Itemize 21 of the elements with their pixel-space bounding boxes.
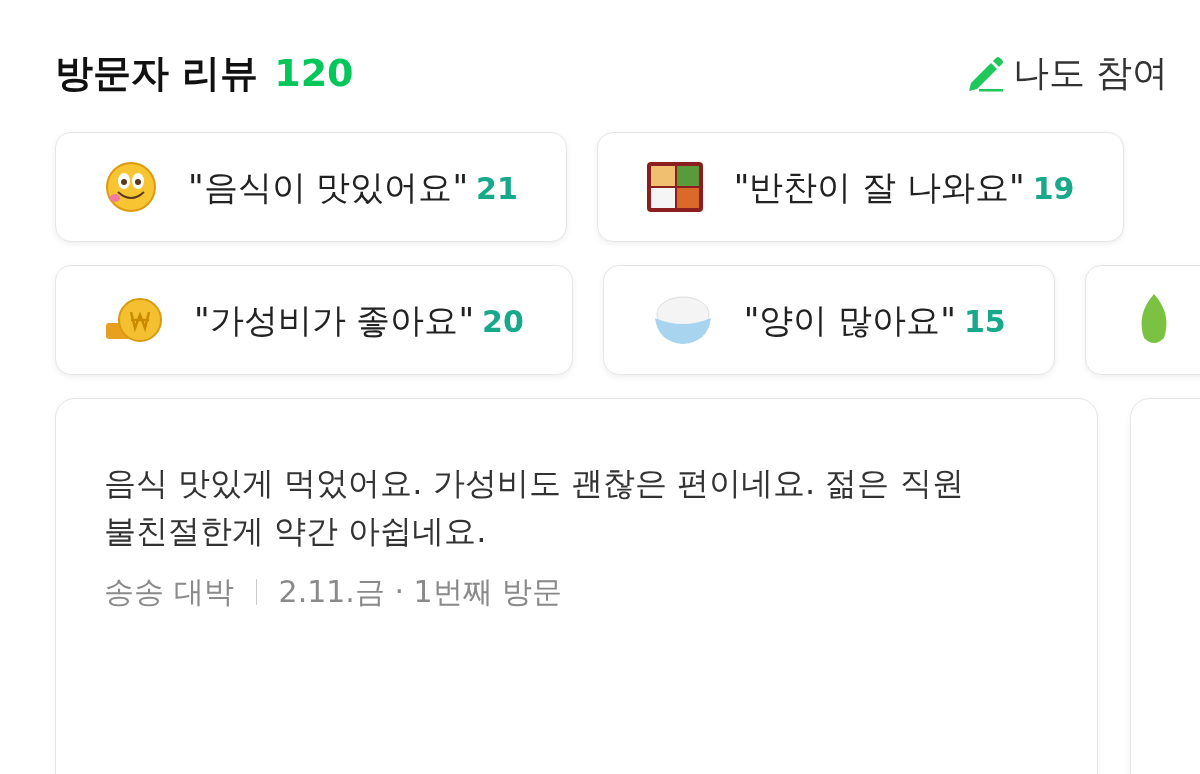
review-count: 120 [274, 49, 354, 97]
section-title: 방문자 리뷰 [55, 49, 259, 97]
keyword-label: "양이 많아요" [743, 298, 956, 342]
keyword-label: "음식이 맛있어요" [188, 165, 469, 209]
keyword-label: "가성비가 좋아요" [194, 298, 475, 342]
visit-info: 2.11.금 · 1번째 방문 [278, 573, 563, 611]
keyword-chip[interactable]: "반찬이 잘 나와요" 19 [596, 132, 1124, 242]
emoji-icon [645, 161, 704, 213]
keyword-chip[interactable]: "음식이 맛있어요" 21 [55, 132, 567, 242]
keyword-count: 21 [476, 169, 518, 208]
emoji-icon [104, 160, 158, 214]
reviewer-name: 송송 대박 [104, 573, 234, 611]
review-text: 음식 맛있게 먹었어요. 가성비도 괜찮은 편이네요. 젊은 직원 불친절한게 약간 아쉽네요. [104, 463, 965, 552]
keyword-count: 15 [963, 302, 1006, 341]
emoji-icon [104, 295, 164, 345]
keyword-chip[interactable]: "양이 많아요" 15 [602, 265, 1055, 375]
keyword-count: 19 [1032, 169, 1075, 208]
write-review-button[interactable]: 나도 참여 [964, 46, 1168, 100]
keyword-chip[interactable]: "가성비가 좋아요" 20 [55, 265, 573, 375]
keyword-count: 20 [482, 302, 524, 341]
keyword-label: "반찬이 잘 나와요" [733, 165, 1025, 209]
